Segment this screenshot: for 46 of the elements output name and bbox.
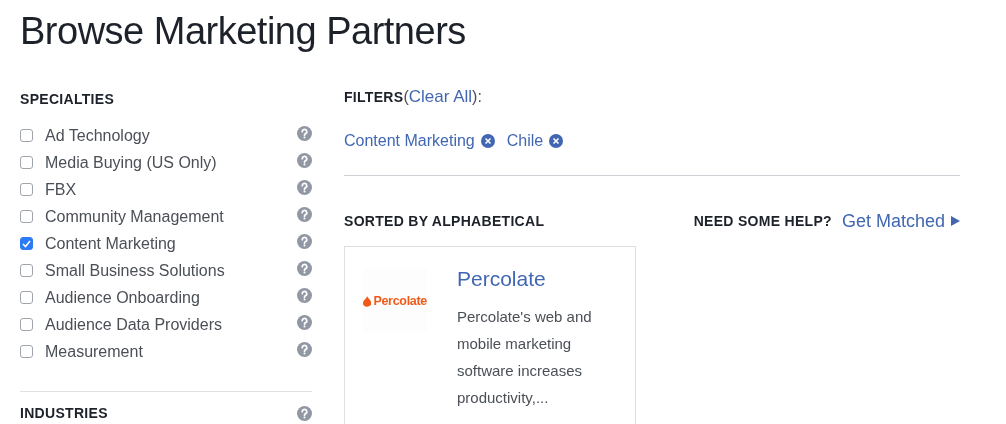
checkbox[interactable] [20, 345, 33, 358]
help-icon[interactable] [297, 315, 312, 330]
checkbox[interactable] [20, 237, 33, 250]
checkbox-label[interactable]: Ad Technology [45, 126, 297, 145]
checkbox-label[interactable]: FBX [45, 180, 297, 199]
remove-icon[interactable] [549, 134, 564, 148]
checkbox-label[interactable]: Audience Data Providers [45, 315, 297, 334]
section-heading: INDUSTRIES [20, 405, 108, 421]
sort-label: SORTED BY ALPHABETICAL [344, 213, 545, 229]
checkbox-label[interactable]: Small Business Solutions [45, 261, 297, 280]
checkbox[interactable] [20, 264, 33, 277]
checkbox[interactable] [20, 291, 33, 304]
get-matched-link[interactable]: Get Matched [841, 210, 960, 232]
partner-card[interactable]: Percolate Percolate Percolate's web and mobile marketing software increases productivity,... [344, 246, 636, 424]
checkbox-label[interactable]: Content Marketing [45, 234, 297, 253]
help-icon[interactable] [297, 405, 312, 421]
help-icon[interactable] [297, 261, 312, 276]
checkbox-label[interactable]: Community Management [45, 207, 297, 226]
filter-chip[interactable]: Chile [506, 132, 564, 150]
help-icon[interactable] [297, 288, 312, 303]
checkbox-label[interactable]: Media Buying (US Only) [45, 153, 297, 172]
remove-icon[interactable] [480, 134, 495, 148]
help-icon[interactable] [297, 126, 312, 141]
help-icon[interactable] [297, 234, 312, 249]
section-heading: SPECIALTIES [20, 91, 115, 107]
checkbox[interactable] [20, 183, 33, 196]
help-icon[interactable] [297, 342, 312, 357]
checkbox-label[interactable]: Measurement [45, 342, 297, 361]
checkbox-label[interactable]: Audience Onboarding [45, 288, 297, 307]
paren-text: ( [403, 88, 409, 106]
checkbox[interactable] [20, 156, 33, 169]
clear-all-link[interactable]: Clear All [408, 87, 473, 107]
checkbox[interactable] [20, 129, 33, 142]
checkbox[interactable] [20, 318, 33, 331]
partner-description: Percolate's web and mobile marketing software increases productivity,... [457, 307, 593, 408]
play-icon [951, 216, 960, 226]
page-title: Browse Marketing Partners [20, 9, 467, 54]
checkbox[interactable] [20, 210, 33, 223]
filter-chip[interactable]: Content Marketing [344, 132, 495, 150]
paren-text: ): [472, 88, 482, 106]
help-icon[interactable] [297, 153, 312, 168]
help-icon[interactable] [297, 180, 312, 195]
help-label: NEED SOME HELP? [693, 213, 832, 229]
help-icon[interactable] [297, 207, 312, 222]
filters-heading: FILTERS [344, 89, 404, 105]
partner-name-link[interactable]: Percolate [457, 267, 546, 291]
